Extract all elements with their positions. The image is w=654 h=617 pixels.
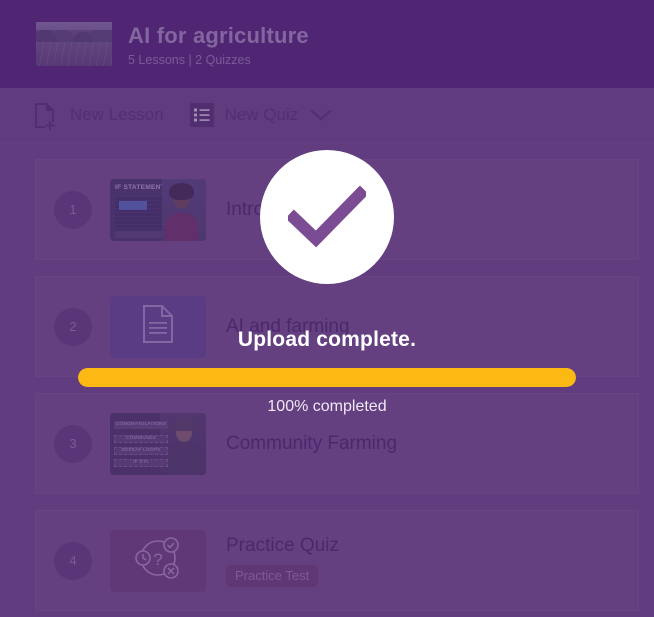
check-circle-icon bbox=[260, 149, 394, 284]
course-editor-app: AI for agriculture 5 Lessons | 2 Quizzes… bbox=[0, 0, 654, 617]
upload-progress-label: 100% completed bbox=[267, 397, 387, 415]
upload-progress-fill bbox=[78, 367, 576, 387]
upload-status-title: Upload complete. bbox=[237, 327, 417, 351]
upload-progress-bar bbox=[78, 367, 576, 387]
upload-complete-dialog: Upload complete. 100% completed bbox=[0, 0, 654, 617]
